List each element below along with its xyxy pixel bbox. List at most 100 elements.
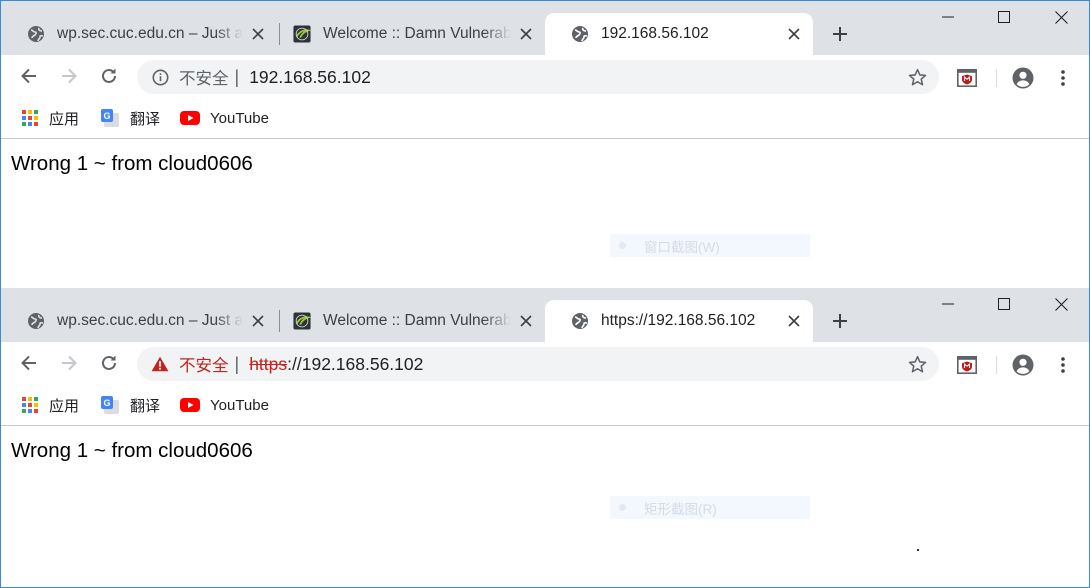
screenshot-menu-ghost: 矩形截图(R) [610,496,810,519]
menu-kebab-icon[interactable] [1052,354,1074,376]
minimize-icon [942,303,954,305]
youtube-icon [180,111,200,125]
url-scheme: https [249,353,288,374]
bookmark-apps[interactable]: 应用 [21,395,79,415]
dvwa-icon [293,312,311,330]
page-content: Wrong 1 ~ from cloud0606 矩形截图(R) [1,427,1089,587]
tab-wp-sec[interactable]: wp.sec.cuc.edu.cn – Just another WordPre… [1,13,277,55]
tab-strip: wp.sec.cuc.edu.cn – Just another WordPre… [1,288,1089,342]
menu-kebab-icon[interactable] [1052,67,1074,89]
omnibox-separator: | [234,353,240,374]
tab-close-icon[interactable] [249,25,267,43]
globe-icon [27,312,45,330]
apps-grid-icon [22,397,38,413]
forward-button[interactable] [58,65,80,87]
omnibox-separator: | [234,66,240,87]
reload-button[interactable] [98,65,120,87]
google-translate-icon: G [101,396,119,414]
security-status-label[interactable]: 不安全 [179,65,229,89]
bookmark-label: YouTube [210,109,269,127]
bookmark-label: YouTube [210,396,269,414]
maximize-button[interactable] [981,1,1027,33]
forward-button[interactable] [58,352,80,374]
reload-button[interactable] [98,352,120,374]
tab-strip: wp.sec.cuc.edu.cn – Just another WordPre… [1,1,1089,55]
address-bar[interactable]: 不安全 | 192.168.56.102 [137,60,939,94]
mcafee-extension-icon[interactable] [956,354,978,376]
youtube-icon [180,398,200,412]
page-body-text: Wrong 1 ~ from cloud0606 [11,152,253,175]
security-status-label[interactable]: 不安全 [179,352,229,376]
ghost-menu-label: 窗口截图(W) [644,239,720,255]
url-text[interactable]: https://192.168.56.102 [249,354,423,375]
url-host: 192.168.56.102 [249,66,371,87]
tab-close-icon[interactable] [249,312,267,330]
bookmark-youtube[interactable]: YouTube [180,108,269,128]
tab-close-icon[interactable] [785,312,803,330]
mcafee-extension-icon[interactable] [956,67,978,89]
new-tab-button[interactable] [827,21,853,47]
tab-dvwa[interactable]: Welcome :: Damn Vulnerable Web Applicati… [267,13,545,55]
page-content: Wrong 1 ~ from cloud0606 窗口截图(W) [1,140,1089,288]
bookmark-translate[interactable]: G 翻译 [100,395,160,415]
maximize-icon [998,11,1010,23]
close-icon [1054,10,1068,24]
tab-close-icon[interactable] [517,312,535,330]
bookmarks-bar: 应用 G 翻译 YouTube [1,99,1089,139]
profile-avatar-icon[interactable] [1012,354,1034,376]
tab-active[interactable]: 192.168.56.102 [545,13,813,55]
minimize-button[interactable] [925,1,971,33]
arrow-right-icon [62,355,77,371]
bookmark-apps[interactable]: 应用 [21,108,79,128]
plus-icon [833,314,847,328]
tab-active[interactable]: https://192.168.56.102 [545,300,813,342]
back-button[interactable] [18,65,40,87]
globe-icon [27,25,45,43]
toolbar-divider [996,69,997,87]
tab-title: Welcome :: Damn Vulnerable Web Applicati… [323,312,511,329]
arrow-right-icon [62,68,77,84]
close-window-button[interactable] [1038,1,1084,33]
tab-dvwa[interactable]: Welcome :: Damn Vulnerable Web Applicati… [267,300,545,342]
back-button[interactable] [18,352,40,374]
arrow-left-icon [21,68,36,84]
close-window-button[interactable] [1038,288,1084,320]
svg-text:G: G [103,398,110,408]
bookmark-star-icon[interactable] [907,67,927,87]
globe-icon [571,312,589,330]
plus-icon [833,27,847,41]
tab-title: https://192.168.56.102 [601,312,756,329]
tab-close-icon[interactable] [785,25,803,43]
tab-title: wp.sec.cuc.edu.cn – Just another WordPre… [57,25,243,42]
toolbar-divider [996,356,997,374]
tab-title: Welcome :: Damn Vulnerable Web Applicati… [323,25,511,42]
reload-icon [102,355,116,370]
ghost-menu-label: 矩形截图(R) [644,501,717,517]
bookmark-star-icon[interactable] [907,354,927,374]
reload-icon [102,68,116,83]
bookmark-youtube[interactable]: YouTube [180,395,269,415]
maximize-icon [998,298,1010,310]
dvwa-icon [293,25,311,43]
apps-grid-icon [22,110,38,126]
new-tab-button[interactable] [827,308,853,334]
url-text[interactable]: 192.168.56.102 [249,67,371,88]
bookmark-translate[interactable]: G 翻译 [100,108,160,128]
maximize-button[interactable] [981,288,1027,320]
screen-speck [917,549,919,551]
minimize-button[interactable] [925,288,971,320]
address-bar[interactable]: 不安全 | https://192.168.56.102 [137,347,939,381]
toolbar: 不安全 | https://192.168.56.102 [1,342,1089,386]
warning-triangle-icon[interactable] [151,355,169,373]
svg-text:G: G [103,111,110,121]
tab-wp-sec[interactable]: wp.sec.cuc.edu.cn – Just another WordPre… [1,300,277,342]
bookmarks-bar: 应用 G 翻译 YouTube [1,386,1089,426]
info-icon[interactable] [151,68,169,86]
menu-bullet-icon [619,504,626,511]
menu-bullet-icon [619,242,626,249]
bookmark-label: 翻译 [130,397,161,415]
bookmark-label: 翻译 [130,110,161,128]
bookmark-label: 应用 [49,397,80,415]
tab-close-icon[interactable] [517,25,535,43]
profile-avatar-icon[interactable] [1012,67,1034,89]
